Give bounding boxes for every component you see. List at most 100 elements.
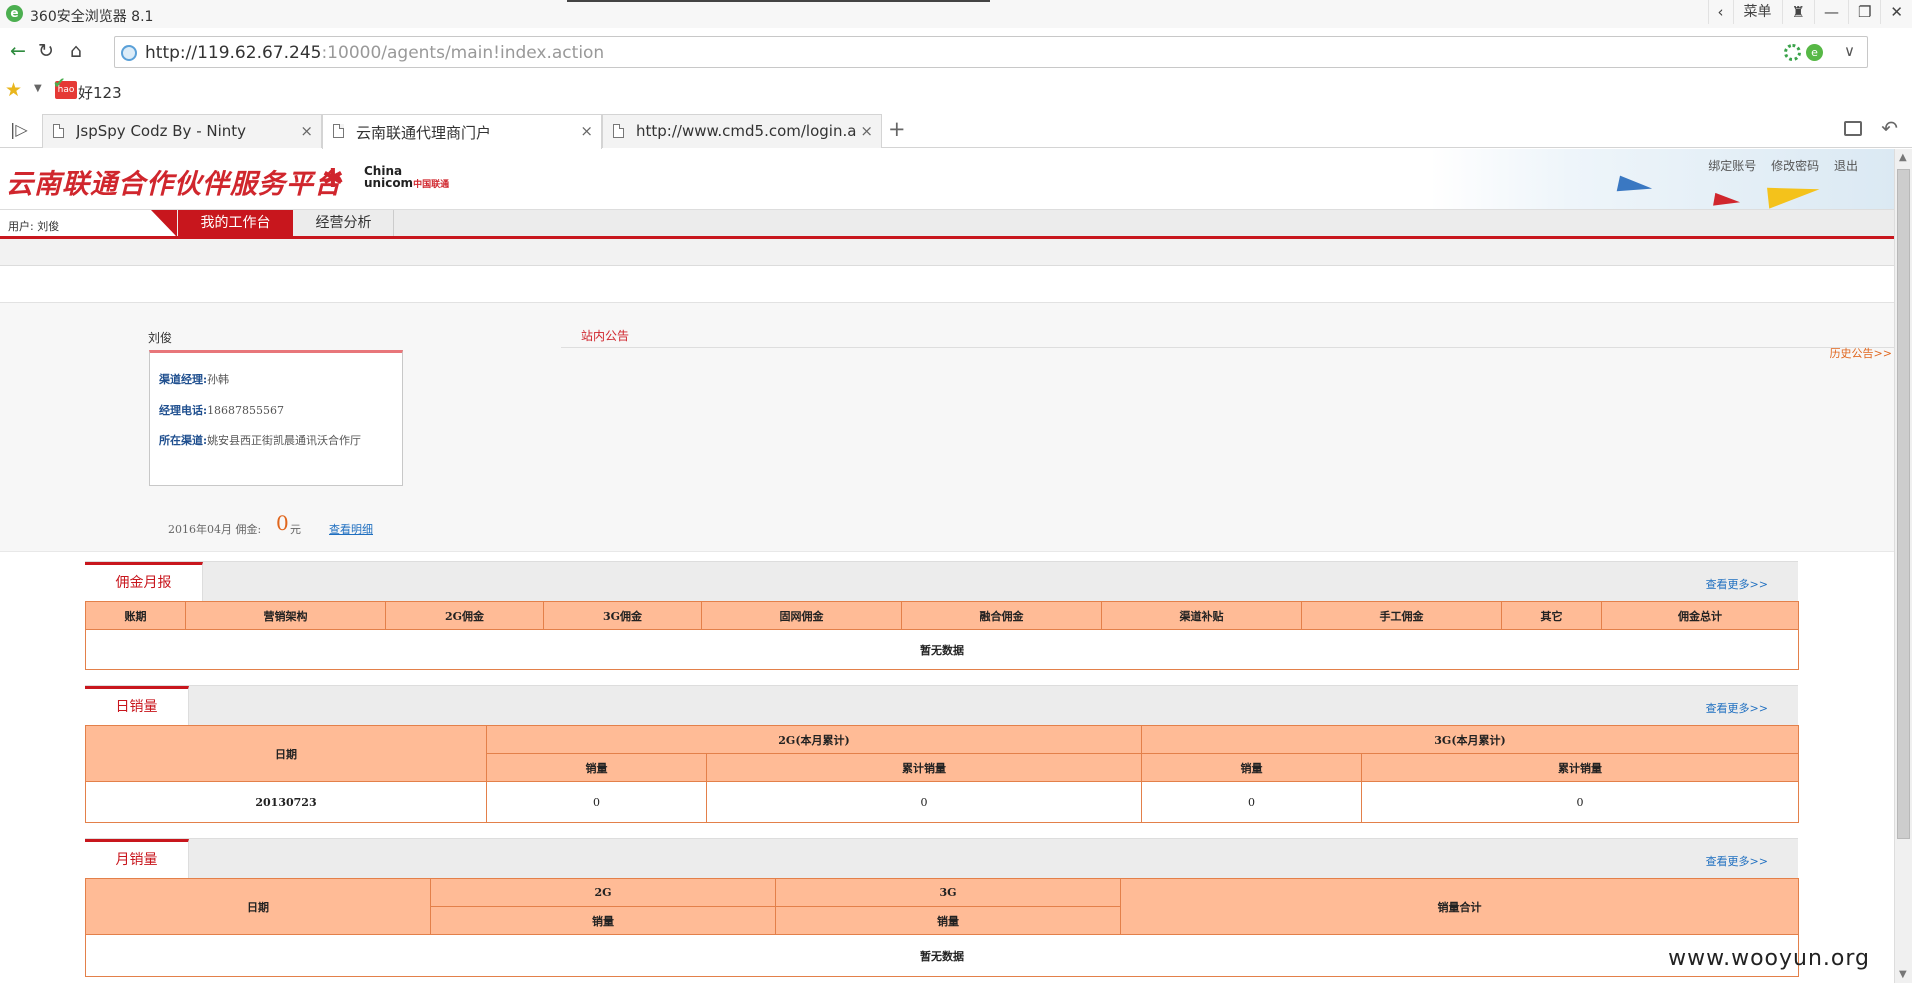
browser-menu-button[interactable]: 菜单 xyxy=(1732,0,1782,24)
monthly-sales-table: 日期 2G 3G 销量合计 销量 销量 暂无数据 xyxy=(85,878,1799,977)
favorite-link[interactable]: 好123 xyxy=(78,82,122,103)
scroll-up-icon[interactable]: ▲ xyxy=(1899,152,1907,163)
commission-report-section: 佣金月报 查看更多>> 账期 营销架构 2G佣金 3G佣金 固网佣金 融合佣金 … xyxy=(85,561,1799,673)
channel-manager-row: 渠道经理:孙韩 xyxy=(159,373,230,386)
tab-close-icon[interactable]: × xyxy=(860,122,873,140)
profile-name: 刘俊 xyxy=(148,331,173,345)
column-header: 2G佣金 xyxy=(385,601,544,630)
tab-label: http://www.cmd5.com/login.a xyxy=(636,122,856,140)
daily-sales-table: 日期 2G(本月累计) 3G(本月累计) 销量 累计销量 销量 累计销量 201… xyxy=(85,725,1799,823)
logout-link[interactable]: 退出 xyxy=(1834,159,1858,173)
nav-tab-analysis[interactable]: 经营分析 xyxy=(294,210,394,237)
column-header: 销量 xyxy=(486,753,707,782)
column-header: 日期 xyxy=(85,725,487,782)
section-tab[interactable]: 日销量 xyxy=(85,686,189,726)
notice-history-link[interactable]: 历史公告>> xyxy=(1830,345,1892,361)
security-icon[interactable] xyxy=(1784,44,1801,61)
scroll-thumb[interactable] xyxy=(1897,169,1910,839)
tab-jspspy[interactable]: JspSpy Codz By - Ninty × xyxy=(42,114,322,148)
close-icon[interactable]: ✕ xyxy=(1880,0,1912,24)
undo-close-icon[interactable]: ↶ xyxy=(1881,116,1898,140)
bind-account-link[interactable]: 绑定账号 xyxy=(1708,159,1756,173)
user-label: 用户: 刘俊 xyxy=(8,220,60,233)
channel-row: 所在渠道:姚安县西正街凯晨通讯沃合作厅 xyxy=(159,434,362,447)
table-cell: 0 xyxy=(1141,781,1362,823)
back-arrow-icon[interactable]: ← xyxy=(6,40,30,64)
column-header: 其它 xyxy=(1501,601,1602,630)
tab-close-icon[interactable]: × xyxy=(300,122,313,140)
web-page: 云南联通合作伙伴服务平台 ✱ China unicom中国联通 绑定账号 修改密… xyxy=(0,149,1894,983)
tab-close-icon[interactable]: × xyxy=(580,122,593,140)
commission-unit: 元 xyxy=(290,523,301,536)
section-header: 佣金月报 查看更多>> xyxy=(85,561,1798,602)
column-header: 日期 xyxy=(85,878,431,935)
favorites-dropdown-icon[interactable]: ▼ xyxy=(34,83,42,94)
favorites-star-icon[interactable]: ★ xyxy=(5,79,22,101)
browser-title-bar: e 360安全浏览器 8.1 ‹ 菜单 ♜ — ❐ ✕ xyxy=(0,0,1912,28)
scroll-down-icon[interactable]: ▼ xyxy=(1899,969,1907,980)
address-toolbar: ← ↻ ⌂ http://119.62.67.245:10000/agents/… xyxy=(0,34,1912,70)
column-group-header: 3G xyxy=(775,878,1121,907)
tab-cmd5[interactable]: http://www.cmd5.com/login.a × xyxy=(602,114,882,148)
hao123-icon[interactable]: hao xyxy=(53,74,77,99)
column-group-header: 2G(本月累计) xyxy=(486,725,1142,754)
section-header: 日销量 查看更多>> xyxy=(85,685,1798,726)
table-cell: 20130723 xyxy=(85,781,487,823)
manager-phone-row: 经理电话:18687855567 xyxy=(159,404,285,417)
tab-strip: |▷ JspSpy Codz By - Ninty × 云南联通代理商门户 × … xyxy=(0,112,1912,149)
tab-list-icon[interactable] xyxy=(1844,121,1862,136)
unicom-knot-icon: ✱ xyxy=(322,164,344,194)
favorites-bar: ★ ▼ hao 好123 xyxy=(0,74,1912,104)
nav-tab-workbench[interactable]: 我的工作台 xyxy=(178,210,293,237)
column-header: 销量 xyxy=(1141,753,1362,782)
tab-portal[interactable]: 云南联通代理商门户 × xyxy=(322,114,602,149)
back-chevron-icon[interactable]: ‹ xyxy=(1707,0,1733,24)
section-tab[interactable]: 月销量 xyxy=(85,839,189,879)
site-logo: 云南联通合作伙伴服务平台 xyxy=(6,169,342,200)
sub-toolbar xyxy=(0,239,1894,266)
column-header: 销量 xyxy=(430,906,776,935)
notice-title: 站内公告 xyxy=(581,329,630,343)
user-box: 用户: 刘俊 xyxy=(0,210,177,237)
column-header: 佣金总计 xyxy=(1601,601,1799,630)
speed-mode-icon[interactable]: e xyxy=(1806,44,1823,61)
profile-card: 渠道经理:孙韩 经理电话:18687855567 所在渠道:姚安县西正街凯晨通讯… xyxy=(149,350,403,486)
watermark: www.wooyun.org xyxy=(1668,946,1870,971)
header-links: 绑定账号 修改密码 退出 xyxy=(1697,157,1858,174)
page-icon xyxy=(613,124,624,138)
chevron-down-icon[interactable]: ∨ xyxy=(1844,42,1855,60)
title-bar-accent xyxy=(567,0,990,2)
column-header: 累计销量 xyxy=(1361,753,1799,782)
refresh-icon[interactable]: ↻ xyxy=(34,40,58,64)
commission-table: 账期 营销架构 2G佣金 3G佣金 固网佣金 融合佣金 渠道补贴 手工佣金 其它… xyxy=(85,601,1799,670)
skin-icon[interactable]: ♜ xyxy=(1781,0,1814,24)
url-text[interactable]: http://119.62.67.245:10000/agents/main!i… xyxy=(145,43,604,63)
column-header: 销量 xyxy=(775,906,1121,935)
column-header: 账期 xyxy=(85,601,186,630)
minimize-icon[interactable]: — xyxy=(1813,0,1848,24)
browser-logo-icon: e xyxy=(6,5,23,22)
restore-icon[interactable]: ❐ xyxy=(1847,0,1880,24)
section-tab[interactable]: 佣金月报 xyxy=(85,562,203,602)
paper-plane-icon xyxy=(1713,192,1741,211)
section-header: 月销量 查看更多>> xyxy=(85,838,1798,879)
view-more-link[interactable]: 查看更多>> xyxy=(1706,700,1768,716)
column-header: 累计销量 xyxy=(706,753,1142,782)
notice-divider xyxy=(561,347,1894,348)
column-header: 营销架构 xyxy=(185,601,386,630)
view-more-link[interactable]: 查看更多>> xyxy=(1706,853,1768,869)
sidebar-toggle-icon[interactable]: |▷ xyxy=(10,120,28,139)
column-group-header: 2G xyxy=(430,878,776,907)
home-icon[interactable]: ⌂ xyxy=(64,40,88,64)
address-bar[interactable]: http://119.62.67.245:10000/agents/main!i… xyxy=(114,36,1868,68)
table-cell: 0 xyxy=(1361,781,1799,823)
table-row: 20130723 0 0 0 0 xyxy=(85,781,1799,823)
view-detail-link[interactable]: 查看明细 xyxy=(329,521,373,537)
change-password-link[interactable]: 修改密码 xyxy=(1771,159,1819,173)
view-more-link[interactable]: 查看更多>> xyxy=(1706,576,1768,592)
page-scrollbar[interactable]: ▲ ▼ xyxy=(1894,149,1912,983)
daily-sales-section: 日销量 查看更多>> 日期 2G(本月累计) 3G(本月累计) 销量 累计销量 … xyxy=(85,685,1799,823)
site-header: 云南联通合作伙伴服务平台 ✱ China unicom中国联通 绑定账号 修改密… xyxy=(0,149,1894,211)
page-icon xyxy=(333,124,344,138)
new-tab-icon[interactable]: + xyxy=(888,117,906,141)
